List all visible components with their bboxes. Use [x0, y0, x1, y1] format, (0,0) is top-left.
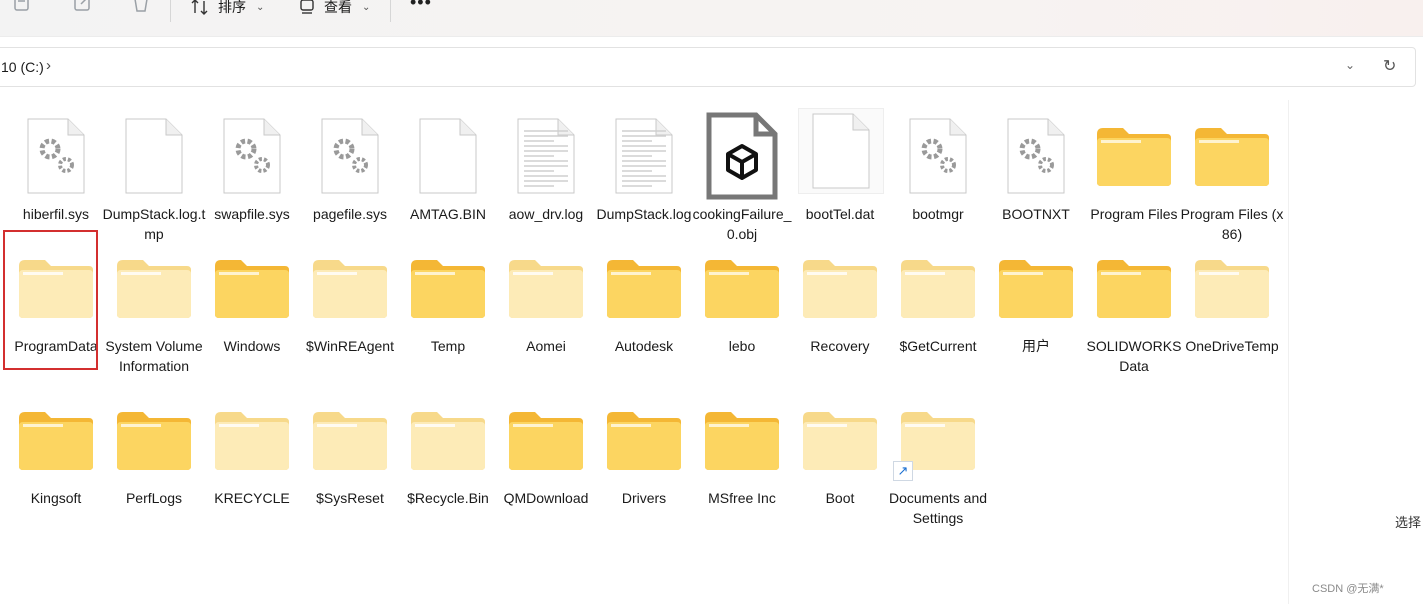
- folder-icon: [996, 240, 1076, 336]
- toolbar-divider: [170, 0, 171, 22]
- item-label: AMTAG.BIN: [410, 206, 486, 222]
- text-file-icon: [604, 108, 684, 204]
- blank-file-icon: [114, 108, 194, 204]
- blank-file-icon: [408, 108, 488, 204]
- folder-icon: [604, 392, 684, 488]
- item-label: Program Files (x86): [1180, 206, 1284, 242]
- folder-light-icon: [114, 240, 194, 336]
- more-options-button[interactable]: •••: [410, 0, 432, 13]
- item-label: Boot: [825, 490, 855, 506]
- sys-file-icon: [898, 108, 978, 204]
- folder-light-icon: [506, 240, 586, 336]
- folder-icon: [16, 392, 96, 488]
- view-icon: [300, 0, 314, 14]
- view-label: 查看: [324, 0, 352, 15]
- folder-light-icon: [310, 240, 390, 336]
- breadcrumb-chevron-icon[interactable]: ›: [46, 57, 51, 74]
- blank-file-icon: [798, 108, 884, 194]
- item-label: BOOTNXT: [1002, 206, 1070, 222]
- item-label: swapfile.sys: [214, 206, 290, 222]
- sys-file-icon: [310, 108, 390, 204]
- item-label: $GetCurrent: [899, 338, 977, 354]
- item-label: Autodesk: [614, 338, 674, 354]
- folder-icon: [702, 392, 782, 488]
- sys-file-icon: [16, 108, 96, 204]
- history-dropdown-icon[interactable]: ⌄: [1345, 58, 1355, 72]
- item-label: $SysReset: [316, 490, 384, 506]
- sort-icon: [191, 0, 208, 15]
- item-label: aow_drv.log: [508, 206, 584, 222]
- copy-path-icon[interactable]: [12, 0, 34, 16]
- address-bar[interactable]: 10 (C:) › ⌄ ↻: [0, 47, 1416, 87]
- refresh-icon[interactable]: ↻: [1383, 56, 1396, 76]
- folder-light-icon: [1192, 240, 1272, 336]
- item-label: hiberfil.sys: [22, 206, 90, 222]
- item-label: Recovery: [810, 338, 870, 354]
- folder-light-icon: [800, 392, 880, 488]
- selection-highlight: [3, 230, 98, 370]
- item-label: Kingsoft: [30, 490, 82, 506]
- shortcut-arrow-icon: ↗: [893, 461, 913, 481]
- folder-light-icon: [800, 240, 880, 336]
- folder-icon: [604, 240, 684, 336]
- item-label: MSfree Inc: [708, 490, 776, 506]
- select-button[interactable]: 选择: [1395, 512, 1421, 531]
- folder-icon: [1192, 108, 1272, 204]
- 3d-object-icon: [702, 108, 782, 204]
- chevron-down-icon: ⌄: [256, 1, 265, 13]
- folder-icon: [1094, 240, 1174, 336]
- item-label: Program Files: [1090, 206, 1178, 222]
- view-button[interactable]: 查看 ⌄: [298, 0, 370, 18]
- item-label: Documents and Settings: [888, 490, 988, 526]
- folder-icon: [702, 240, 782, 336]
- item-label: DumpStack.log.tmp: [102, 206, 206, 242]
- item-label: System Volume Information: [105, 338, 203, 374]
- item-label: 用户: [1022, 338, 1050, 354]
- item-label: Drivers: [621, 490, 667, 506]
- folder-light-icon: [408, 392, 488, 488]
- toolbar-divider: [390, 0, 391, 22]
- sort-label: 排序: [218, 0, 246, 15]
- item-label: lebo: [728, 338, 756, 354]
- sys-file-icon: [996, 108, 1076, 204]
- folder-icon: [408, 240, 488, 336]
- item-label: PerfLogs: [125, 490, 183, 506]
- item-label: bootmgr: [912, 206, 964, 222]
- item-label: QMDownload: [503, 490, 589, 506]
- folder-icon: [1094, 108, 1174, 204]
- item-label: SOLIDWORKS Data: [1086, 338, 1182, 374]
- breadcrumb-drive[interactable]: 10 (C:): [1, 59, 44, 75]
- item-label: KRECYCLE: [214, 490, 290, 506]
- text-file-icon: [506, 108, 586, 204]
- watermark: CSDN @无满*: [1312, 583, 1384, 595]
- folder-icon: [506, 392, 586, 488]
- item-label: $WinREAgent: [306, 338, 394, 354]
- chevron-down-icon: ⌄: [362, 1, 371, 13]
- item-label: cookingFailure_0.obj: [692, 206, 792, 242]
- folder-light-icon: [310, 392, 390, 488]
- item-label: $Recycle.Bin: [407, 490, 489, 506]
- share-icon[interactable]: [72, 0, 94, 16]
- sort-button[interactable]: 排序 ⌄: [190, 0, 264, 18]
- item-label: Windows: [223, 338, 281, 354]
- folder-light-icon: [898, 240, 978, 336]
- details-pane-divider: [1288, 100, 1289, 604]
- item-label: bootTel.dat: [805, 206, 875, 222]
- item-label: Temp: [430, 338, 466, 354]
- folder-icon: [212, 240, 292, 336]
- command-bar: 排序 ⌄ 查看 ⌄ •••: [0, 0, 1423, 37]
- delete-icon[interactable]: [130, 0, 152, 16]
- item-label: DumpStack.log: [596, 206, 692, 222]
- folder-light-icon: [212, 392, 292, 488]
- item-label: Aomei: [526, 338, 566, 354]
- sys-file-icon: [212, 108, 292, 204]
- item-label: pagefile.sys: [313, 206, 387, 222]
- item-label: OneDriveTemp: [1185, 338, 1279, 354]
- folder-icon: [114, 392, 194, 488]
